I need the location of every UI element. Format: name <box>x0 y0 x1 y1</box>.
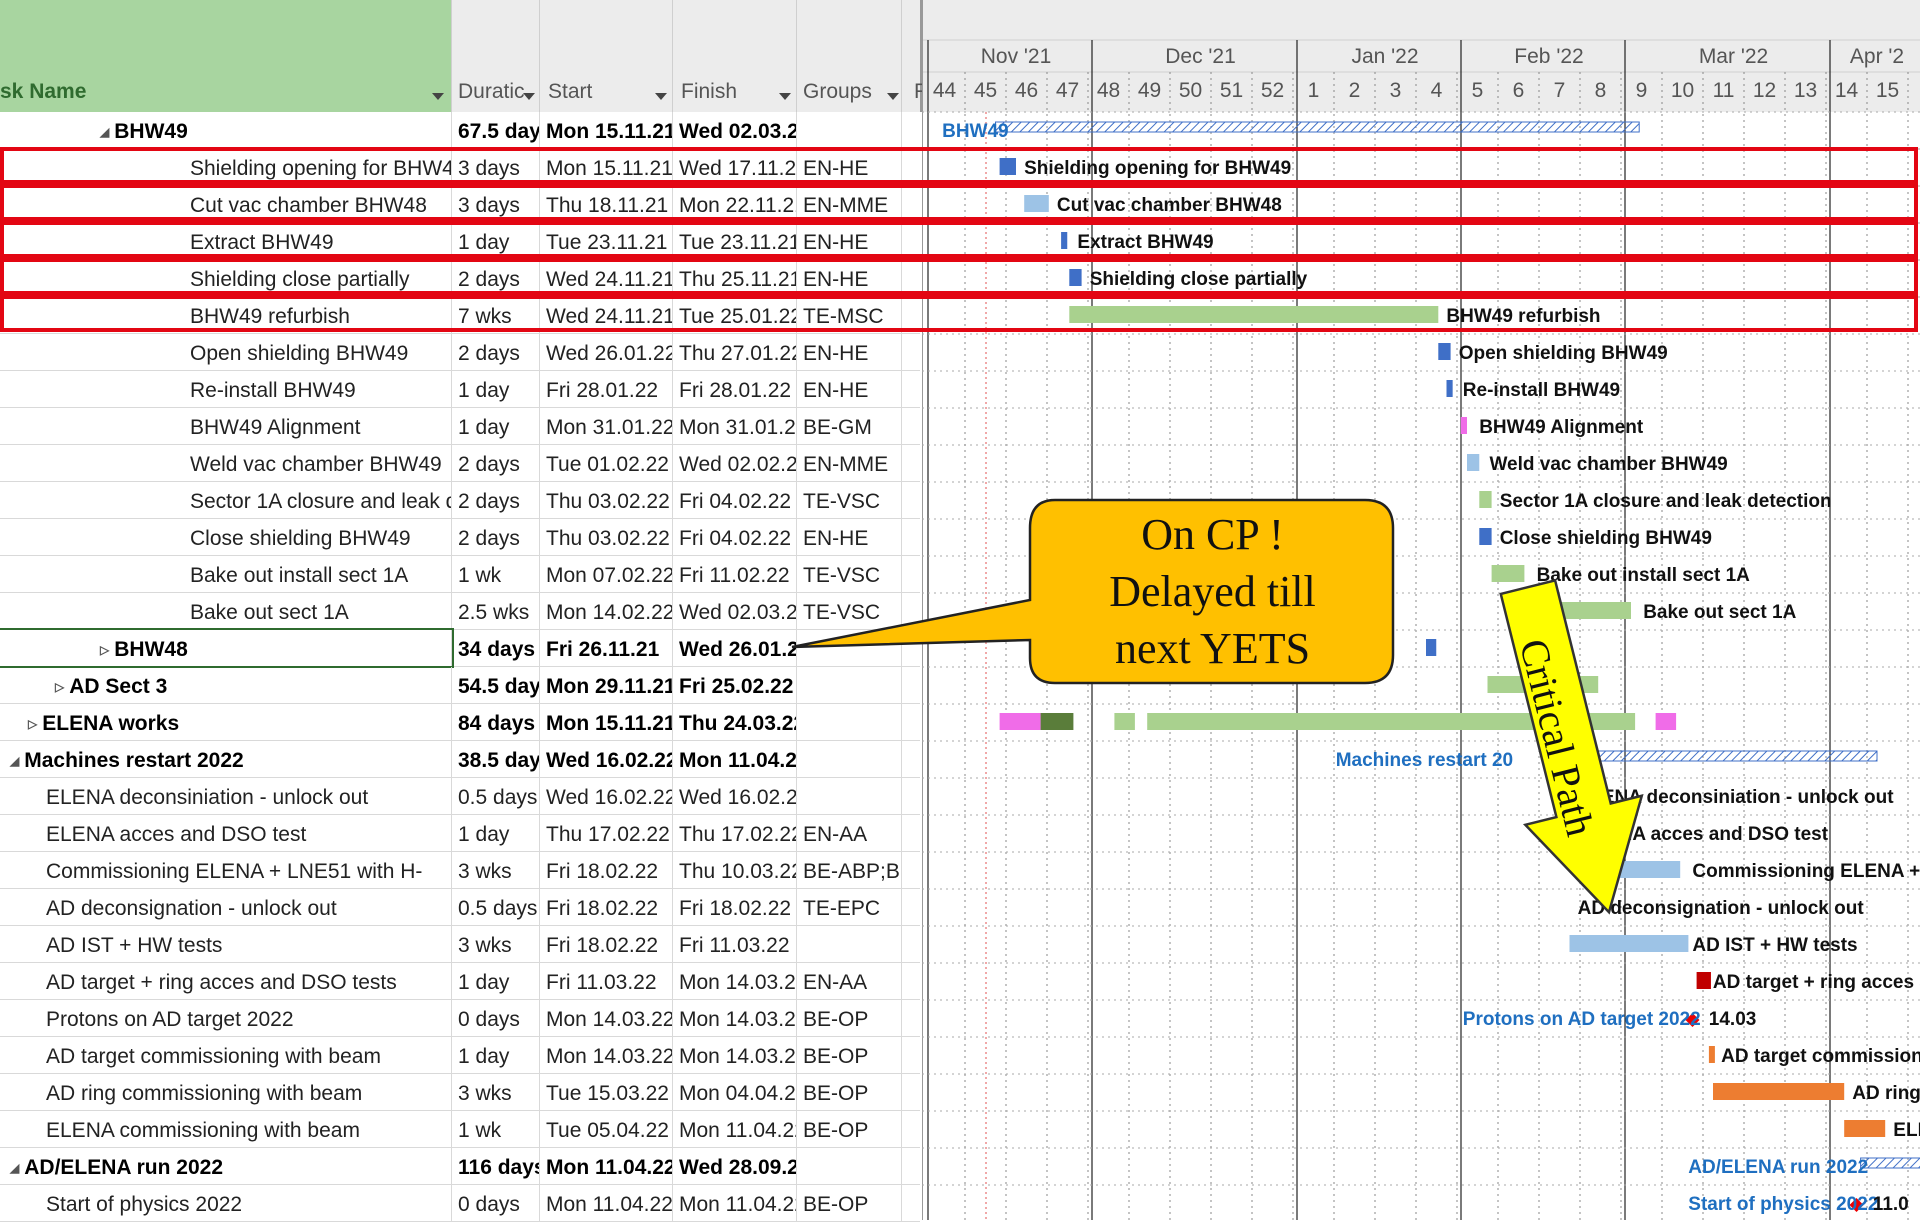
callout-line: next YETS <box>1114 624 1311 673</box>
annotation-layer <box>791 498 1644 915</box>
callout-text: On CP ! Delayed till next YETS <box>1040 506 1385 677</box>
ms-project-window: sk Name Duratic Start Finish Groups F ◢ B… <box>0 0 1920 1222</box>
callout-line: On CP ! <box>1141 510 1284 559</box>
callout-line: Delayed till <box>1109 567 1316 616</box>
